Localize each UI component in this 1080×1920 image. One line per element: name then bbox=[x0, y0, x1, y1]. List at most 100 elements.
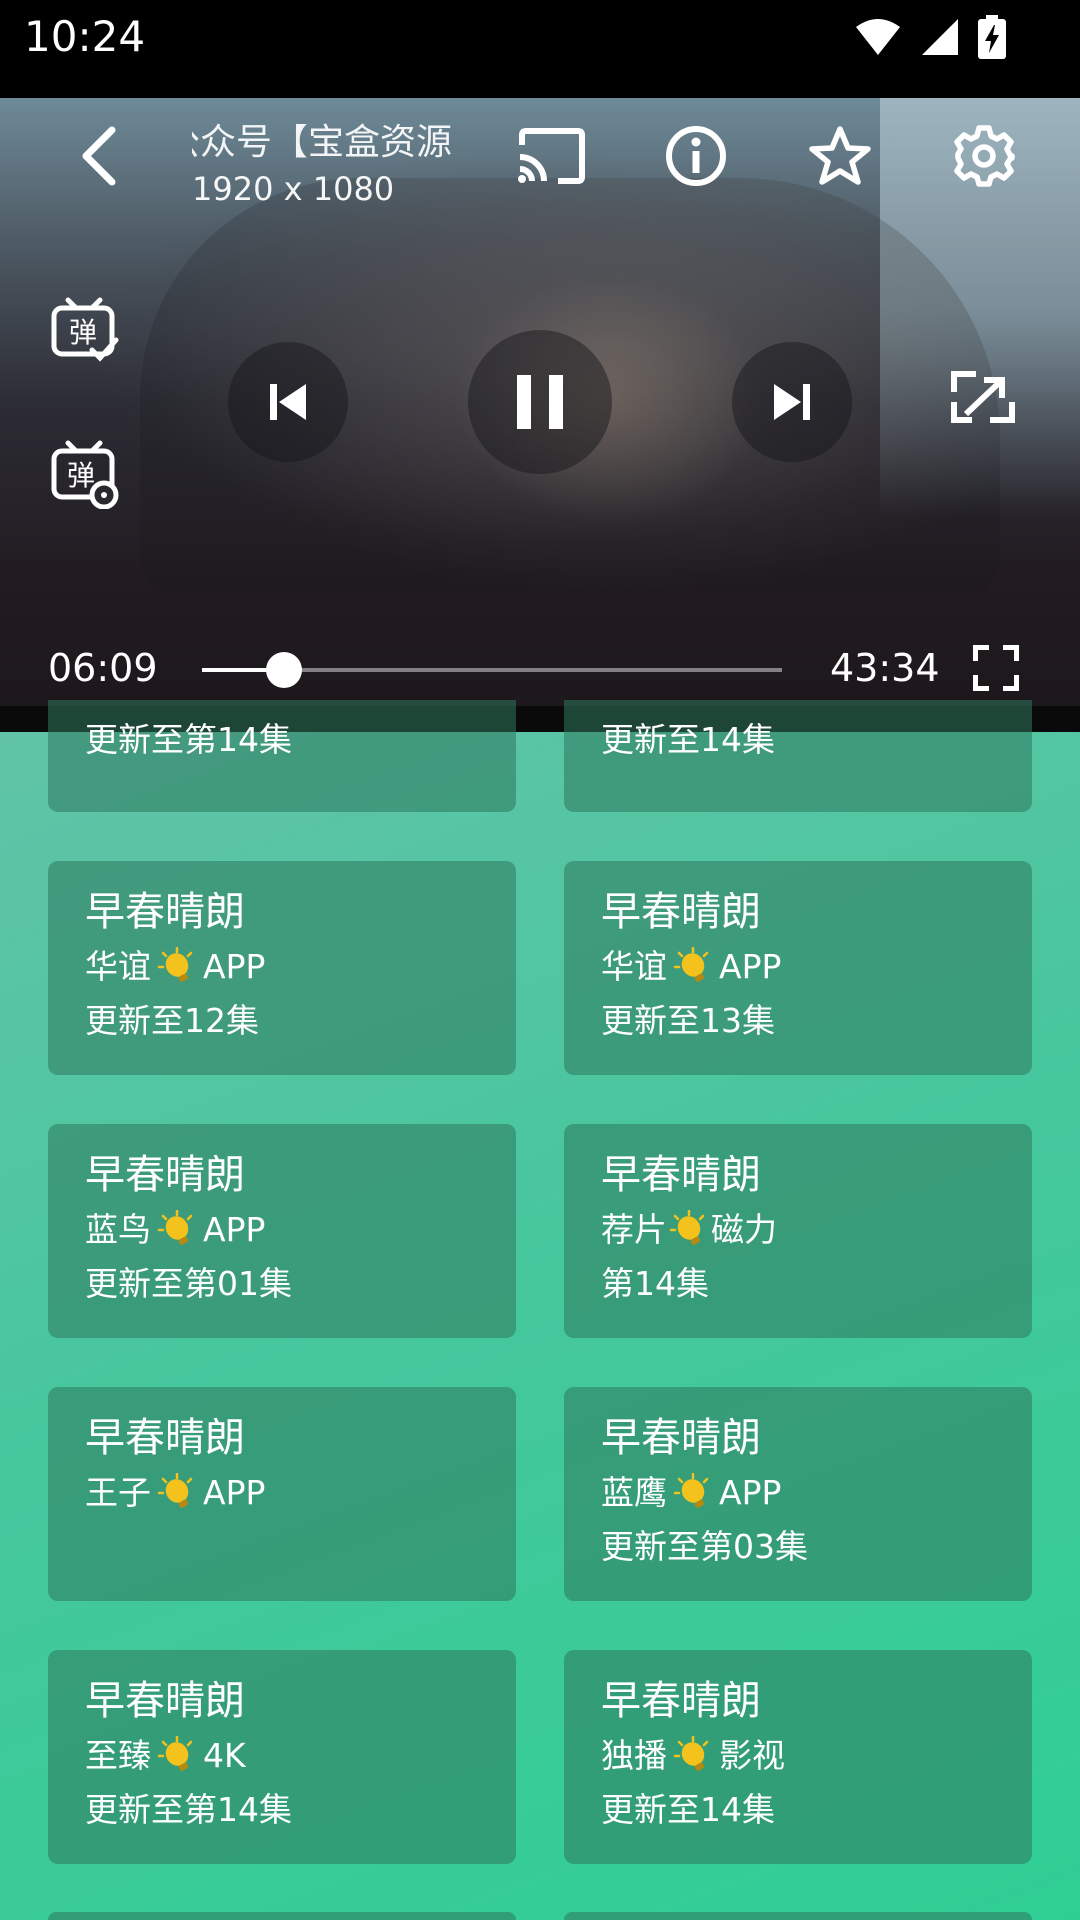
card-source: 蓝鹰 APP bbox=[601, 1471, 781, 1515]
card-source-name: 王子 bbox=[85, 1473, 151, 1512]
rotate-screen-button[interactable] bbox=[946, 364, 1020, 430]
next-button[interactable] bbox=[732, 342, 852, 462]
favorite-button[interactable] bbox=[804, 120, 876, 192]
skip-previous-icon bbox=[270, 384, 306, 420]
source-card[interactable]: 早春晴朗 蓝鹰 APP 更新至第03集 bbox=[564, 1387, 1032, 1601]
card-episode: 更新至14集 bbox=[601, 720, 775, 759]
info-icon bbox=[666, 126, 726, 186]
gear-icon bbox=[954, 125, 1015, 187]
card-source-tag: APP bbox=[719, 947, 782, 986]
source-card[interactable]: 早春晴朗 独播 影视 更新至14集 bbox=[564, 1650, 1032, 1864]
lightbulb-icon bbox=[157, 947, 193, 982]
card-source-name: 独播 bbox=[601, 1736, 667, 1775]
card-source: 王子 APP bbox=[85, 1471, 265, 1515]
source-card-partial[interactable]: 更新至14集 bbox=[564, 700, 1032, 812]
card-title: 早春晴朗 bbox=[85, 1678, 245, 1724]
card-episode: 更新至14集 bbox=[601, 1790, 775, 1829]
duration: 43:34 bbox=[830, 646, 940, 690]
video-title: 公众号【宝盒资源】 bbox=[192, 122, 452, 163]
cast-button[interactable] bbox=[512, 120, 592, 192]
card-source-tag: APP bbox=[203, 1210, 266, 1249]
status-icons bbox=[854, 12, 1006, 62]
card-source-name: 荐片 bbox=[601, 1210, 667, 1249]
wifi-icon bbox=[856, 19, 900, 55]
card-episode: 更新至13集 bbox=[601, 1001, 775, 1040]
source-card[interactable]: 早春晴朗 王子 APP bbox=[48, 1387, 516, 1601]
card-source-tag: 磁力 bbox=[711, 1210, 777, 1249]
danmaku-settings-button[interactable]: 弹 bbox=[46, 438, 122, 510]
video-resolution: 1920 x 1080 bbox=[192, 170, 395, 208]
card-source: 华谊 APP bbox=[601, 945, 781, 989]
pause-icon bbox=[517, 375, 563, 429]
card-title: 早春晴朗 bbox=[601, 1678, 761, 1724]
source-card[interactable]: 早春晴朗 至臻 4K 更新至第14集 bbox=[48, 1650, 516, 1864]
card-source: 独播 影视 bbox=[601, 1734, 785, 1778]
back-arrow-icon bbox=[82, 126, 116, 186]
previous-button[interactable] bbox=[228, 342, 348, 462]
video-player[interactable]: 公众号【宝盒资源】 1920 x 1080 bbox=[0, 98, 1080, 732]
card-episode: 第14集 bbox=[601, 1264, 709, 1303]
source-card-partial[interactable] bbox=[564, 1912, 1032, 1920]
card-source: 荐片 磁力 bbox=[601, 1208, 777, 1252]
cast-icon bbox=[518, 128, 585, 184]
lightbulb-icon bbox=[673, 947, 709, 982]
settings-button[interactable] bbox=[948, 120, 1020, 192]
card-source-tag: APP bbox=[203, 947, 266, 986]
source-card-partial[interactable]: 更新至第14集 bbox=[48, 700, 516, 812]
card-source-tag: APP bbox=[719, 1473, 782, 1512]
svg-text:弹: 弹 bbox=[69, 316, 97, 349]
status-bar: 10:24 bbox=[0, 0, 1080, 98]
card-episode: 更新至第14集 bbox=[85, 1790, 292, 1829]
screen-rotation-icon bbox=[951, 371, 1015, 423]
current-time: 06:09 bbox=[48, 646, 158, 690]
signal-icon bbox=[922, 19, 958, 55]
danmaku-settings-icon: 弹 bbox=[51, 440, 119, 509]
card-title: 早春晴朗 bbox=[85, 1415, 245, 1461]
fullscreen-icon bbox=[973, 645, 1019, 691]
lightbulb-icon bbox=[673, 1473, 709, 1508]
card-episode: 更新至12集 bbox=[85, 1001, 259, 1040]
battery-charging-icon bbox=[978, 15, 1006, 59]
card-episode: 更新至第03集 bbox=[601, 1527, 808, 1566]
fullscreen-button[interactable] bbox=[970, 642, 1022, 694]
lightbulb-icon bbox=[669, 1210, 705, 1245]
pause-button[interactable] bbox=[468, 330, 612, 474]
card-title: 早春晴朗 bbox=[85, 889, 245, 935]
source-card[interactable]: 早春晴朗 蓝鸟 APP 更新至第01集 bbox=[48, 1124, 516, 1338]
card-title: 早春晴朗 bbox=[601, 889, 761, 935]
danmaku-toggle-button[interactable]: 弹 bbox=[46, 294, 122, 364]
card-source-name: 至臻 bbox=[85, 1736, 151, 1775]
card-title: 早春晴朗 bbox=[85, 1152, 245, 1198]
info-button[interactable] bbox=[660, 120, 732, 192]
skip-next-icon bbox=[774, 384, 810, 420]
card-source: 蓝鸟 APP bbox=[85, 1208, 265, 1252]
lightbulb-icon bbox=[157, 1736, 193, 1771]
card-source-name: 蓝鹰 bbox=[601, 1473, 667, 1512]
card-title: 早春晴朗 bbox=[601, 1415, 761, 1461]
card-episode: 更新至第01集 bbox=[85, 1264, 292, 1303]
lightbulb-icon bbox=[157, 1473, 193, 1508]
back-button[interactable] bbox=[64, 120, 136, 192]
card-title: 早春晴朗 bbox=[601, 1152, 761, 1198]
danmaku-on-icon: 弹 bbox=[51, 297, 119, 362]
star-icon bbox=[809, 126, 871, 185]
card-source: 至臻 4K bbox=[85, 1734, 246, 1778]
card-source-name: 华谊 bbox=[85, 947, 151, 986]
svg-text:弹: 弹 bbox=[67, 459, 95, 492]
source-card[interactable]: 早春晴朗 华谊 APP 更新至13集 bbox=[564, 861, 1032, 1075]
card-source-name: 华谊 bbox=[601, 947, 667, 986]
card-source: 华谊 APP bbox=[85, 945, 265, 989]
card-source-tag: APP bbox=[203, 1473, 266, 1512]
lightbulb-icon bbox=[673, 1736, 709, 1771]
card-source-tag: 4K bbox=[203, 1736, 246, 1775]
seek-bar-thumb[interactable] bbox=[266, 652, 302, 688]
source-card-partial[interactable] bbox=[48, 1912, 516, 1920]
source-card[interactable]: 早春晴朗 荐片 磁力 第14集 bbox=[564, 1124, 1032, 1338]
card-source-tag: 影视 bbox=[719, 1736, 785, 1775]
card-source-name: 蓝鸟 bbox=[85, 1210, 151, 1249]
lightbulb-icon bbox=[157, 1210, 193, 1245]
card-episode: 更新至第14集 bbox=[85, 720, 292, 759]
video-title-area: 公众号【宝盒资源】 1920 x 1080 bbox=[192, 118, 452, 228]
status-time: 10:24 bbox=[24, 12, 146, 61]
source-card[interactable]: 早春晴朗 华谊 APP 更新至12集 bbox=[48, 861, 516, 1075]
